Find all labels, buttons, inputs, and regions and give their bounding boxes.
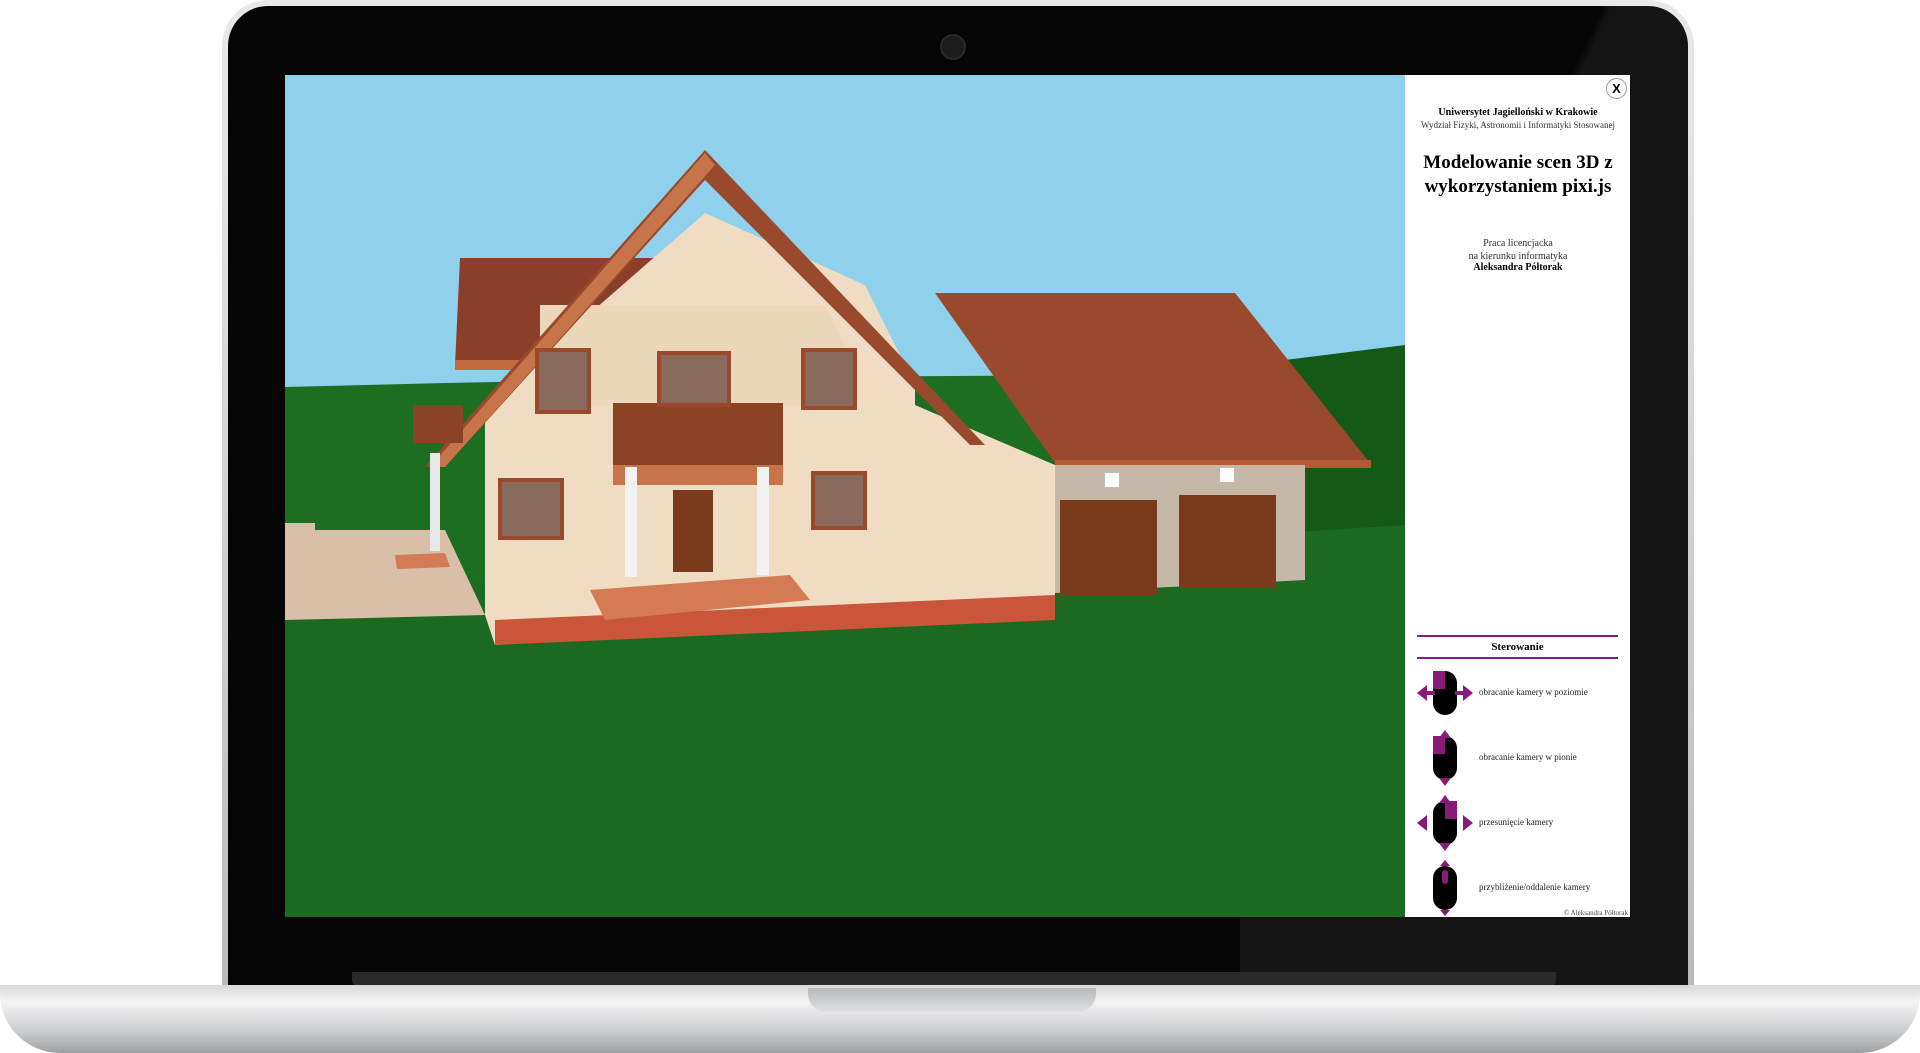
garage-light-left <box>1105 473 1119 487</box>
column-left <box>625 467 637 577</box>
info-panel: X Uniwersytet Jagielloński w Krakowie Wy… <box>1405 75 1630 917</box>
laptop-screen: X Uniwersytet Jagielloński w Krakowie Wy… <box>285 75 1630 917</box>
page-title: Modelowanie scen 3D z wykorzystaniem pix… <box>1423 152 1613 197</box>
3d-scene-canvas[interactable] <box>285 75 1405 917</box>
webcam-icon <box>940 34 966 60</box>
column-side <box>430 453 440 551</box>
window-ground-right <box>811 471 867 530</box>
garage-light-right <box>1220 468 1234 482</box>
balcony-railing <box>613 403 783 465</box>
control-item: obracanie kamery w poziomie <box>1415 665 1625 721</box>
thesis-info: Praca licencjacka na kierunku informatyk… <box>1413 237 1623 263</box>
front-door <box>673 490 713 572</box>
copyright: © Aleksandra Półtorak <box>1563 909 1628 917</box>
control-label: obracanie kamery w poziomie <box>1479 687 1588 697</box>
mouse-left-drag-vertical-icon <box>1433 730 1457 786</box>
hinge <box>352 972 1556 986</box>
side-balcony-railing <box>413 405 463 443</box>
laptop-notch <box>808 988 1096 1012</box>
window-upper-center <box>657 351 731 407</box>
control-item: przybliżenie/oddalenie kamery <box>1415 860 1625 916</box>
window-upper-left <box>535 348 591 414</box>
3d-viewport[interactable] <box>285 75 1405 917</box>
mouse-scroll-icon <box>1433 860 1457 916</box>
mouse-right-drag-icon <box>1417 795 1473 851</box>
faculty-name: Wydział Fizyki, Astronomii i Informatyki… <box>1421 120 1615 130</box>
control-label: przesunięcie kamery <box>1479 817 1554 827</box>
garage-door-left <box>1060 500 1157 595</box>
column-right <box>757 467 769 575</box>
window-ground-left <box>498 478 564 540</box>
patio-edge <box>285 523 315 540</box>
controls-heading: Sterowanie <box>1417 635 1618 659</box>
thesis-type: Praca licencjacka <box>1483 238 1553 249</box>
control-item: obracanie kamery w pionie <box>1415 730 1625 786</box>
close-button[interactable]: X <box>1606 78 1627 99</box>
garage-door-right <box>1179 495 1276 587</box>
window-upper-right <box>801 348 857 410</box>
control-label: obracanie kamery w pionie <box>1479 752 1577 762</box>
university-name: Uniwersytet Jagielloński w Krakowie <box>1438 107 1598 118</box>
side-steps <box>395 553 450 569</box>
control-item: przesunięcie kamery <box>1415 795 1625 851</box>
mouse-left-drag-horizontal-icon <box>1417 671 1473 715</box>
author-name: Aleksandra Półtorak <box>1473 262 1563 273</box>
control-label: przybliżenie/oddalenie kamery <box>1479 882 1591 892</box>
